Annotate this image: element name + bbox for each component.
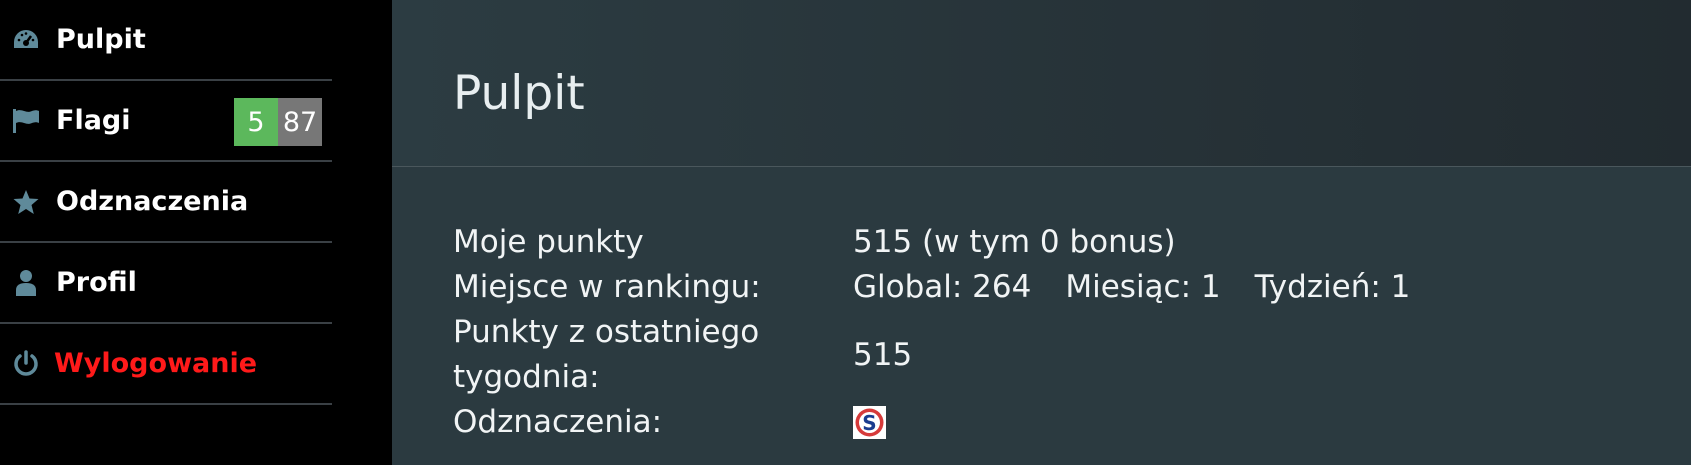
points-row: Moje punkty 515 (w tym 0 bonus) xyxy=(453,220,1653,265)
badges-label: Odznaczenia: xyxy=(453,404,663,440)
sidebar-item-wylogowanie[interactable]: Wylogowanie xyxy=(0,324,332,405)
s-badge-icon[interactable]: S xyxy=(853,406,886,439)
sidebar-item-profil[interactable]: Profil xyxy=(0,243,332,324)
sidebar: Pulpit Flagi 5 87 Odznaczenia Profil Wyl… xyxy=(0,0,392,465)
rank-row: Miejsce w rankingu: Global: 264 Miesiąc:… xyxy=(453,265,1653,310)
user-icon xyxy=(11,268,41,298)
sidebar-item-odznaczenia[interactable]: Odznaczenia xyxy=(0,162,332,243)
rank-global: Global: 264 xyxy=(853,269,1032,305)
stats-section: Moje punkty 515 (w tym 0 bonus) Miejsce … xyxy=(453,220,1653,445)
flag-count-total-badge: 87 xyxy=(278,98,322,146)
week-points-label-line2: tygodnia: xyxy=(453,359,600,395)
points-label: Moje punkty xyxy=(453,224,644,260)
page-header: Pulpit xyxy=(392,0,1691,167)
week-points-value: 515 xyxy=(853,336,913,373)
svg-text:S: S xyxy=(862,411,876,435)
flag-icon xyxy=(11,106,41,136)
sidebar-item-label: Odznaczenia xyxy=(56,186,249,217)
main-panel: Pulpit Moje punkty 515 (w tym 0 bonus) M… xyxy=(392,0,1691,465)
sidebar-item-label: Pulpit xyxy=(56,24,146,55)
sidebar-item-flagi[interactable]: Flagi 5 87 xyxy=(0,81,332,162)
sidebar-item-label: Flagi xyxy=(56,105,131,136)
dashboard-icon xyxy=(11,25,41,55)
flag-count-captured-badge: 5 xyxy=(234,98,278,146)
rank-label: Miejsce w rankingu: xyxy=(453,269,761,305)
week-points-row: Punkty z ostatniego tygodnia: 515 xyxy=(453,310,1653,400)
points-value: 515 (w tym 0 bonus) xyxy=(853,224,1176,260)
sidebar-item-pulpit[interactable]: Pulpit xyxy=(0,0,332,81)
star-icon xyxy=(11,187,41,217)
week-points-label-line1: Punkty z ostatniego xyxy=(453,314,760,350)
rank-week: Tydzień: 1 xyxy=(1254,269,1411,305)
app: Pulpit Flagi 5 87 Odznaczenia Profil Wyl… xyxy=(0,0,1691,465)
power-icon xyxy=(11,349,41,379)
badges-row: Odznaczenia: S xyxy=(453,400,1653,445)
badges-list: S xyxy=(853,406,886,439)
rank-values: Global: 264 Miesiąc: 1 Tydzień: 1 xyxy=(853,265,1444,310)
rank-month: Miesiąc: 1 xyxy=(1065,269,1221,305)
week-points-label: Punkty z ostatniego tygodnia: xyxy=(453,310,853,400)
flag-count-badges: 5 87 xyxy=(234,98,322,146)
page-title: Pulpit xyxy=(453,66,585,121)
sidebar-item-label: Profil xyxy=(56,267,137,298)
sidebar-item-label: Wylogowanie xyxy=(54,348,258,379)
